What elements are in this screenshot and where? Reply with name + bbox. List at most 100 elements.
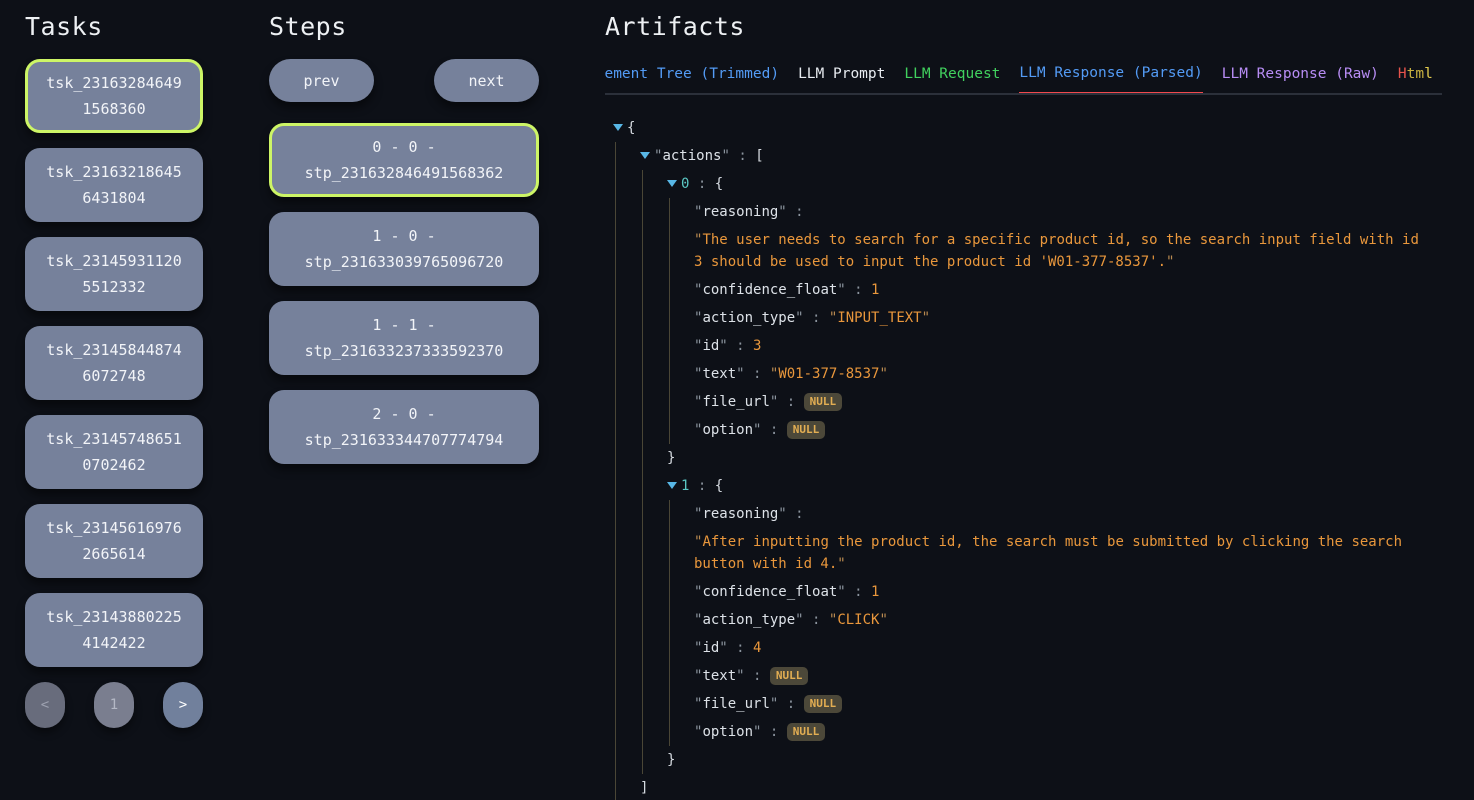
json-tree-line: { (605, 114, 1442, 142)
task-list: tsk_231632846491568360 tsk_23163218645643… (25, 59, 203, 667)
indent-guide (642, 606, 643, 634)
task-button[interactable]: tsk_231458448746072748 (25, 326, 203, 400)
json-colon: : (846, 584, 871, 600)
json-key: confidence_float (702, 282, 837, 298)
task-button[interactable]: tsk_231457486510702462 (25, 415, 203, 489)
indent-guide (669, 662, 670, 690)
indent-guide (642, 472, 643, 500)
indent-guide (615, 662, 616, 690)
json-key: actions (662, 148, 721, 164)
quote: " (721, 148, 729, 164)
indent-guide (642, 170, 643, 198)
json-string-value: INPUT_TEXT (837, 310, 921, 326)
tab-llm-prompt[interactable]: LLM Prompt (798, 59, 885, 93)
json-colon: : (689, 478, 714, 494)
steps-next-button[interactable]: next (434, 59, 539, 102)
json-null-badge: NULL (804, 695, 843, 713)
indent-guide (615, 472, 616, 500)
tab-label-part: LLM Response (Raw) (1222, 66, 1379, 82)
indent-guide (615, 606, 616, 634)
indent-guide (615, 226, 616, 276)
indent-guide (642, 690, 643, 718)
json-tree-line: "confidence_float" : 1 (605, 276, 1442, 304)
quote: " (879, 366, 887, 382)
artifacts-tab-bar: Element Tree (Trimmed) LLM Prompt LLM Requ… (605, 59, 1442, 95)
step-button[interactable]: 1 - 1 - stp_231633237333592370 (269, 301, 539, 375)
json-tree-line: "actions" : [ (605, 142, 1442, 170)
artifacts-title: Artifacts (605, 12, 1442, 41)
steps-panel: Steps prev next 0 - 0 - stp_231632846491… (269, 0, 539, 800)
step-button[interactable]: 0 - 0 - stp_231632846491568362 (269, 123, 539, 197)
indent-guide (615, 360, 616, 388)
json-key: option (702, 422, 753, 438)
json-colon: : (745, 668, 770, 684)
indent-guide (615, 578, 616, 606)
json-tree-line: "reasoning" : (605, 500, 1442, 528)
json-tree-line: 1 : { (605, 472, 1442, 500)
artifacts-panel: Artifacts Element Tree (Trimmed) LLM Prom… (605, 0, 1474, 800)
task-button[interactable]: tsk_231632186456431804 (25, 148, 203, 222)
pagination-prev-button[interactable]: < (25, 682, 65, 728)
tab-llm-response-raw[interactable]: LLM Response (Raw) (1222, 59, 1379, 93)
pagination-page-button[interactable]: 1 (94, 682, 134, 728)
indent-guide (642, 444, 643, 472)
indent-guide (615, 690, 616, 718)
collapse-toggle-icon[interactable] (667, 482, 677, 489)
collapse-toggle-icon[interactable] (667, 180, 677, 187)
tab-llm-request[interactable]: LLM Request (904, 59, 1000, 93)
json-tree-line: } (605, 444, 1442, 472)
json-colon: : (761, 422, 786, 438)
indent-guide (669, 276, 670, 304)
collapse-toggle-icon[interactable] (640, 152, 650, 159)
indent-guide (642, 332, 643, 360)
json-colon: : (745, 366, 770, 382)
json-key: action_type (702, 310, 795, 326)
tab-element-tree-trimmed[interactable]: Element Tree (Trimmed) (605, 59, 779, 93)
indent-guide (669, 690, 670, 718)
json-tree-line: "id" : 4 (605, 634, 1442, 662)
json-null-badge: NULL (804, 393, 843, 411)
indent-guide (615, 444, 616, 472)
task-button[interactable]: tsk_231456169762665614 (25, 504, 203, 578)
json-string-value: The user needs to search for a specific … (694, 232, 1419, 270)
tab-llm-response-parsed[interactable]: LLM Response (Parsed) (1019, 59, 1202, 95)
json-bracket: { (715, 478, 723, 494)
json-string-value: After inputting the product id, the sear… (694, 534, 1402, 572)
json-colon: : (689, 176, 714, 192)
indent-guide (669, 500, 670, 528)
json-bracket: [ (755, 148, 763, 164)
json-tree-line: "After inputting the product id, the sea… (605, 528, 1442, 578)
json-bracket: { (715, 176, 723, 192)
collapse-toggle-icon[interactable] (613, 124, 623, 131)
json-bracket: } (667, 752, 675, 768)
tab-html-raw[interactable]: Html (Raw) (1398, 59, 1442, 93)
quote: " (719, 640, 727, 656)
json-null-badge: NULL (787, 723, 826, 741)
pagination-next-button[interactable]: > (163, 682, 203, 728)
task-button[interactable]: tsk_231438802254142422 (25, 593, 203, 667)
indent-guide (642, 416, 643, 444)
indent-guide (615, 746, 616, 774)
indent-guide (615, 634, 616, 662)
step-button[interactable]: 1 - 0 - stp_231633039765096720 (269, 212, 539, 286)
json-tree-line: "text" : "W01-377-8537" (605, 360, 1442, 388)
json-tree-line: "id" : 3 (605, 332, 1442, 360)
tab-label-part: tm (1407, 66, 1424, 82)
indent-guide (615, 276, 616, 304)
json-tree-line: "option" : NULL (605, 416, 1442, 444)
quote: " (795, 612, 803, 628)
indent-guide (642, 500, 643, 528)
step-button[interactable]: 2 - 0 - stp_231633344707774794 (269, 390, 539, 464)
json-colon: : (728, 640, 753, 656)
task-button[interactable]: tsk_231632846491568360 (25, 59, 203, 133)
json-tree-line: } (605, 746, 1442, 774)
indent-guide (642, 718, 643, 746)
steps-prev-button[interactable]: prev (269, 59, 374, 102)
json-key: option (702, 724, 753, 740)
json-number-value: 1 (871, 584, 879, 600)
json-key: file_url (702, 394, 769, 410)
task-button[interactable]: tsk_231459311205512332 (25, 237, 203, 311)
indent-guide (642, 360, 643, 388)
json-colon: : (778, 696, 803, 712)
json-key: id (702, 338, 719, 354)
